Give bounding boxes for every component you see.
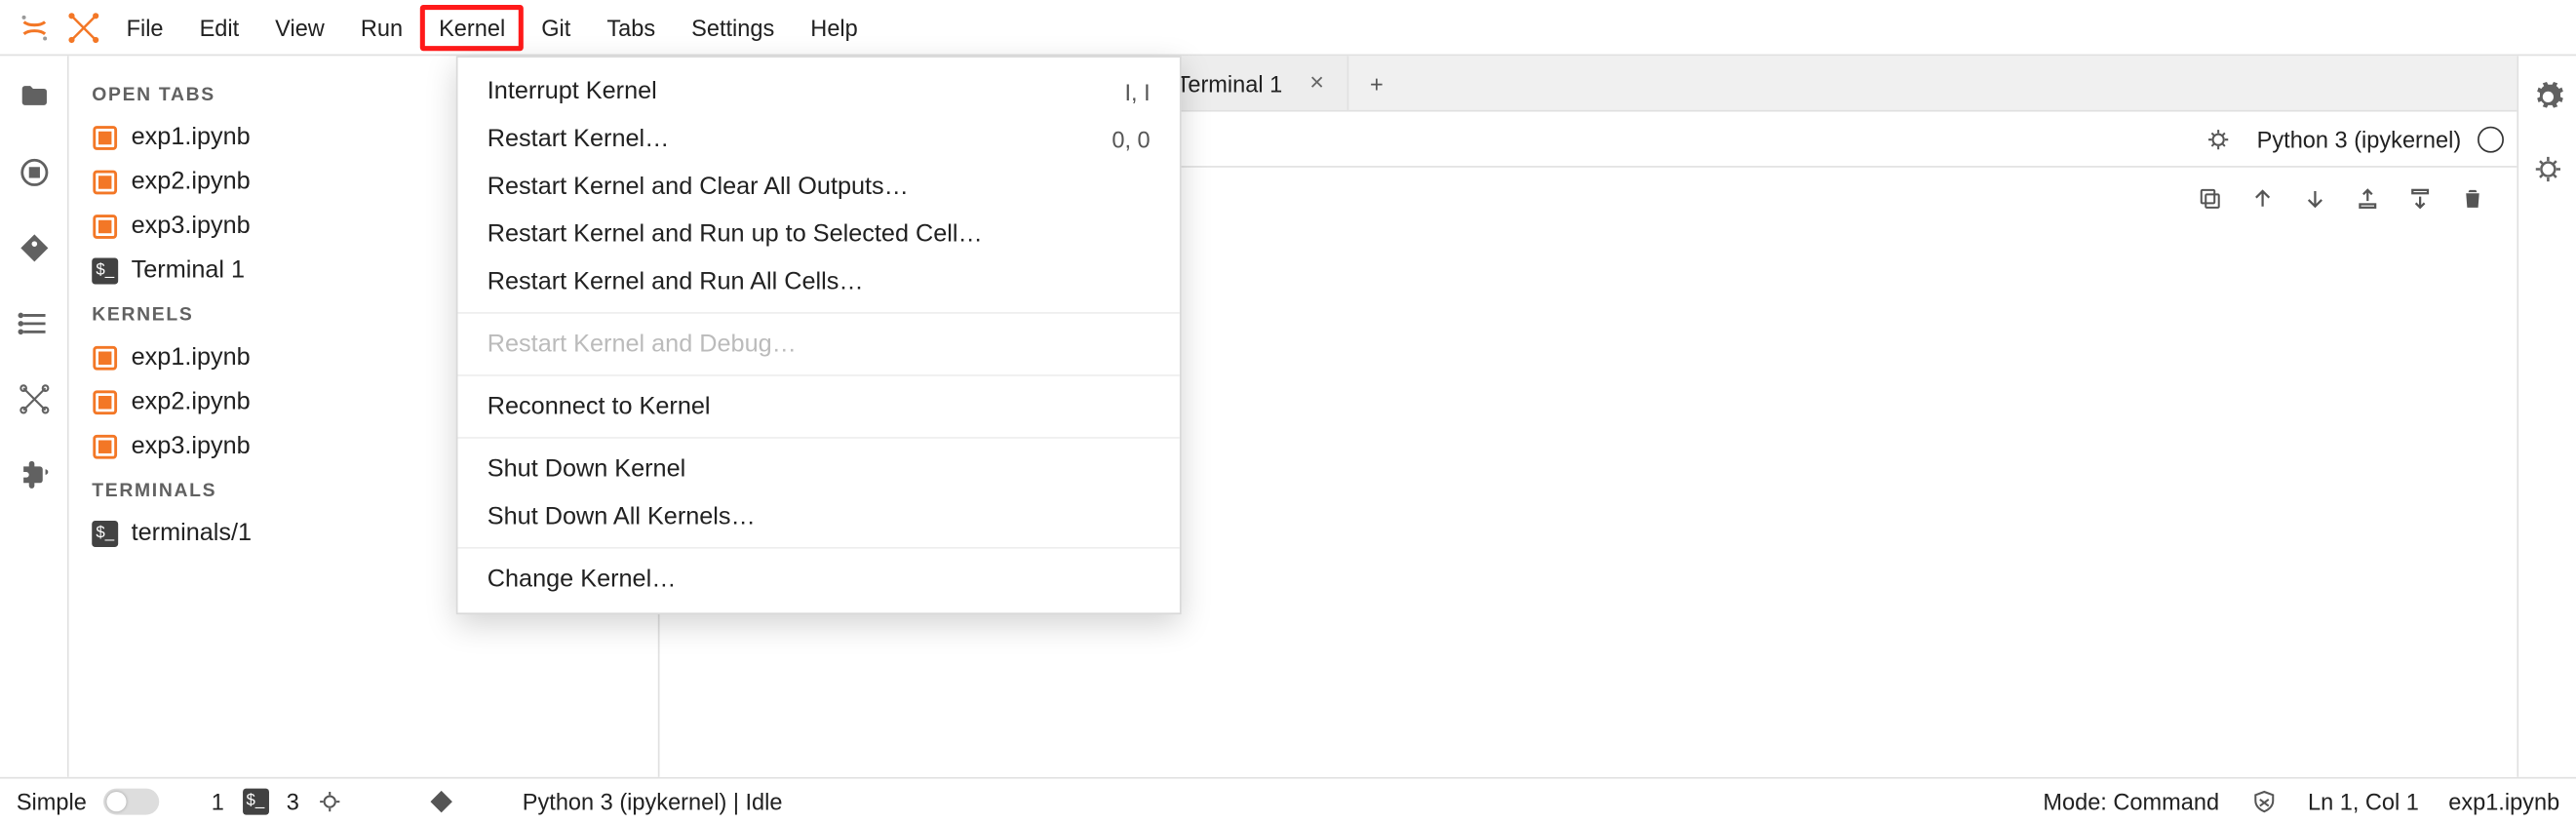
move-down-icon[interactable] — [2297, 180, 2333, 216]
cogs-icon[interactable] — [2529, 79, 2565, 115]
dropdown-label: Change Kernel… — [488, 566, 677, 594]
list-item-label: exp3.ipynb — [132, 432, 251, 460]
terminal-icon: $_ — [241, 786, 270, 815]
running-icon[interactable] — [16, 154, 52, 190]
extensions-icon[interactable] — [16, 456, 52, 492]
kernel-menu-item[interactable]: Reconnect to Kernel — [458, 383, 1180, 431]
kernel-menu-item: Restart Kernel and Debug… — [458, 321, 1180, 369]
notebook-icon — [92, 213, 118, 239]
duplicate-icon[interactable] — [2192, 180, 2228, 216]
cursor-label[interactable]: Ln 1, Col 1 — [2308, 788, 2419, 814]
notebook-icon — [92, 124, 118, 150]
dropdown-label: Restart Kernel and Clear All Outputs… — [488, 173, 909, 201]
close-icon[interactable]: × — [1307, 69, 1327, 98]
insert-above-icon[interactable] — [2350, 180, 2386, 216]
kernel-menu-item[interactable]: Interrupt Kernel I, I — [458, 67, 1180, 115]
kernel-count: 1 — [212, 788, 224, 814]
terminal-icon: $_ — [92, 257, 118, 284]
trust-icon[interactable] — [2248, 786, 2278, 815]
dropdown-shortcut: I, I — [1124, 78, 1150, 104]
notebook-icon — [92, 388, 118, 414]
menubar: FileEditViewRunKernelGitTabsSettingsHelp — [0, 0, 2576, 56]
dropdown-label: Restart Kernel and Run up to Selected Ce… — [488, 220, 983, 249]
git-graph-icon[interactable] — [16, 381, 52, 417]
menu-view[interactable]: View — [257, 4, 343, 50]
statusbar: Simple 1 $_ 3 Python 3 (ipykernel) | Idl… — [0, 777, 2576, 823]
dropdown-shortcut: 0, 0 — [1112, 126, 1150, 152]
kernel-menu-item[interactable]: Change Kernel… — [458, 555, 1180, 603]
bug-status-icon — [316, 786, 345, 815]
dropdown-label: Shut Down All Kernels… — [488, 502, 756, 530]
list-item-label: exp3.ipynb — [132, 212, 251, 240]
kernel-menu-dropdown: Interrupt KernelI, IRestart Kernel…0, 0R… — [456, 56, 1182, 614]
delete-icon[interactable] — [2454, 180, 2490, 216]
toc-icon[interactable] — [16, 305, 52, 341]
kernel-menu-item[interactable]: Restart Kernel… 0, 0 — [458, 115, 1180, 163]
bug-icon[interactable] — [2198, 117, 2241, 160]
jupyter-logo-icon — [17, 9, 53, 45]
kernel-menu-item[interactable]: Restart Kernel and Clear All Outputs… — [458, 163, 1180, 211]
kernel-status-label[interactable]: Python 3 (ipykernel) | Idle — [523, 788, 783, 814]
simple-toggle[interactable] — [103, 788, 159, 814]
notebook-icon — [92, 344, 118, 371]
menu-run[interactable]: Run — [342, 4, 420, 50]
right-activity-bar — [2517, 56, 2576, 777]
kernel-name-label[interactable]: Python 3 (ipykernel) — [2257, 126, 2462, 152]
kernel-menu-item[interactable]: Shut Down Kernel — [458, 446, 1180, 493]
folder-icon[interactable] — [16, 79, 52, 115]
activity-bar — [0, 56, 69, 777]
cell-toolbar — [2192, 180, 2490, 216]
menu-settings[interactable]: Settings — [674, 4, 793, 50]
dropdown-label: Shut Down Kernel — [488, 455, 685, 484]
move-up-icon[interactable] — [2244, 180, 2281, 216]
list-item-label: exp2.ipynb — [132, 168, 251, 196]
kernel-menu-item[interactable]: Restart Kernel and Run up to Selected Ce… — [458, 211, 1180, 258]
list-item-label: exp1.ipynb — [132, 343, 251, 372]
dropdown-label: Interrupt Kernel — [488, 77, 657, 105]
kernel-menu-item[interactable]: Restart Kernel and Run All Cells… — [458, 257, 1180, 305]
list-item-label: exp2.ipynb — [132, 388, 251, 416]
term-count: 3 — [287, 788, 299, 814]
list-item-label: terminals/1 — [132, 519, 252, 547]
kernel-menu-item[interactable]: Shut Down All Kernels… — [458, 492, 1180, 540]
notebook-icon — [92, 433, 118, 459]
git-icon[interactable] — [16, 230, 52, 266]
dropdown-label: Restart Kernel and Debug… — [488, 331, 797, 359]
list-item-label: exp1.ipynb — [132, 123, 251, 151]
menu-edit[interactable]: Edit — [181, 4, 257, 50]
list-item-label: Terminal 1 — [132, 256, 245, 285]
simple-label: Simple — [17, 788, 87, 814]
insert-below-icon[interactable] — [2402, 180, 2439, 216]
notebook-icon — [92, 169, 118, 195]
kernel-status-icon[interactable] — [2478, 126, 2504, 152]
dropdown-sep — [458, 374, 1180, 376]
git-branch-icon[interactable] — [427, 786, 456, 815]
terminal-icon: $_ — [92, 520, 118, 546]
mode-label[interactable]: Mode: Command — [2043, 788, 2219, 814]
menu-git[interactable]: Git — [524, 4, 589, 50]
dropdown-sep — [458, 437, 1180, 439]
file-label[interactable]: exp1.ipynb — [2448, 788, 2559, 814]
dropdown-label: Restart Kernel… — [488, 125, 670, 153]
menu-tabs[interactable]: Tabs — [589, 4, 674, 50]
dropdown-sep — [458, 547, 1180, 549]
dropdown-sep — [458, 312, 1180, 314]
dropdown-label: Reconnect to Kernel — [488, 393, 711, 421]
dropdown-label: Restart Kernel and Run All Cells… — [488, 268, 864, 296]
menu-help[interactable]: Help — [793, 4, 876, 50]
tab-add-button[interactable]: + — [1348, 56, 1404, 110]
debugger-icon[interactable] — [2529, 151, 2565, 187]
menu-file[interactable]: File — [108, 4, 181, 50]
tab-label: Terminal 1 — [1177, 70, 1283, 97]
git-logo-icon — [65, 9, 101, 45]
menu-kernel[interactable]: Kernel — [421, 4, 524, 50]
